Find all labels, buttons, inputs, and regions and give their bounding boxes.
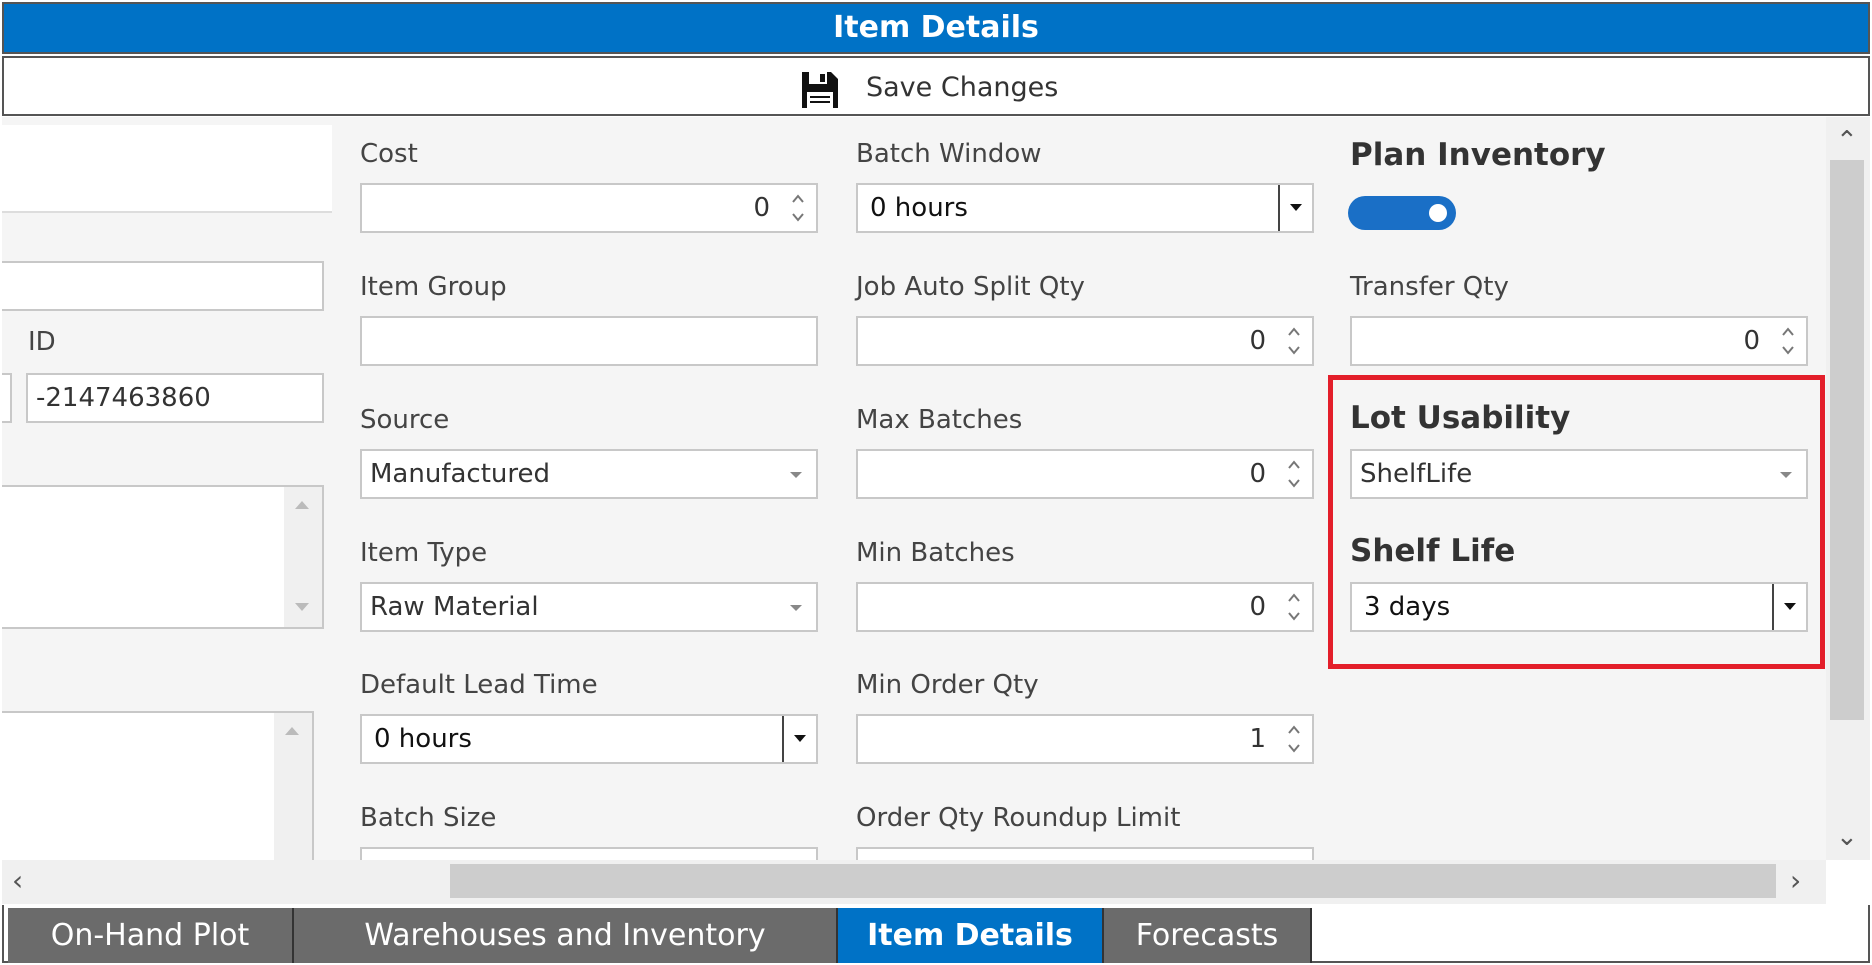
job-auto-split-qty-input[interactable]: 0 bbox=[856, 316, 1314, 366]
order-qty-roundup-limit-input[interactable] bbox=[856, 847, 1314, 860]
scroll-right-icon[interactable]: › bbox=[1790, 864, 1801, 897]
id-field[interactable]: -2147463860 bbox=[26, 373, 324, 423]
scroll-up-icon bbox=[285, 727, 299, 735]
left-panel-textarea-1[interactable] bbox=[2, 485, 324, 629]
cost-label: Cost bbox=[360, 139, 418, 169]
tab-warehouses-and-inventory[interactable]: Warehouses and Inventory bbox=[294, 908, 838, 963]
textarea-scrollbar[interactable] bbox=[284, 487, 322, 627]
tab-forecasts[interactable]: Forecasts bbox=[1104, 908, 1312, 963]
max-batches-input[interactable]: 0 bbox=[856, 449, 1314, 499]
job-auto-split-qty-label: Job Auto Split Qty bbox=[856, 272, 1085, 302]
left-panel-text-field[interactable] bbox=[2, 261, 324, 311]
item-type-label: Item Type bbox=[360, 538, 488, 568]
source-select[interactable]: Manufactured bbox=[360, 449, 818, 499]
left-panel-box bbox=[2, 125, 332, 213]
batch-size-input[interactable] bbox=[360, 847, 818, 860]
scroll-down-icon[interactable]: ⌄ bbox=[1836, 822, 1858, 852]
dropdown-arrow-icon[interactable] bbox=[782, 716, 816, 762]
scroll-up-icon[interactable]: ⌃ bbox=[1836, 126, 1858, 156]
textarea-scrollbar[interactable] bbox=[274, 713, 312, 860]
item-group-input[interactable] bbox=[360, 316, 818, 366]
transfer-qty-input[interactable]: 0 bbox=[1350, 316, 1808, 366]
min-batches-input[interactable]: 0 bbox=[856, 582, 1314, 632]
tab-on-hand-plot[interactable]: On-Hand Plot bbox=[8, 908, 294, 963]
floppy-disk-icon bbox=[802, 72, 838, 108]
scroll-down-icon bbox=[295, 603, 309, 611]
chevron-down-icon bbox=[790, 605, 802, 611]
item-type-select[interactable]: Raw Material bbox=[360, 582, 818, 632]
scroll-up-icon bbox=[295, 501, 309, 509]
horizontal-scrollbar-thumb[interactable] bbox=[450, 864, 1776, 898]
highlight-box bbox=[1328, 375, 1825, 669]
spin-arrows-icon[interactable] bbox=[1286, 590, 1302, 624]
plan-inventory-toggle[interactable] bbox=[1348, 196, 1456, 230]
cost-input[interactable]: 0 bbox=[360, 183, 818, 233]
scroll-left-icon[interactable]: ‹ bbox=[12, 864, 23, 897]
plan-inventory-label: Plan Inventory bbox=[1350, 137, 1606, 173]
dropdown-arrow-icon[interactable] bbox=[1278, 185, 1312, 231]
save-changes-label: Save Changes bbox=[866, 72, 1059, 103]
left-panel-textarea-2[interactable] bbox=[2, 711, 314, 860]
batch-window-label: Batch Window bbox=[856, 139, 1042, 169]
transfer-qty-label: Transfer Qty bbox=[1350, 272, 1509, 302]
chevron-down-icon bbox=[790, 472, 802, 478]
vertical-scrollbar-thumb[interactable] bbox=[1830, 160, 1864, 720]
spin-arrows-icon[interactable] bbox=[1286, 722, 1302, 756]
window-title: Item Details bbox=[2, 2, 1870, 54]
min-batches-label: Min Batches bbox=[856, 538, 1015, 568]
spin-arrows-icon[interactable] bbox=[790, 191, 806, 225]
spin-arrows-icon[interactable] bbox=[1780, 324, 1796, 358]
batch-size-label: Batch Size bbox=[360, 803, 497, 833]
item-group-label: Item Group bbox=[360, 272, 507, 302]
tab-item-details[interactable]: Item Details bbox=[838, 908, 1104, 963]
order-qty-roundup-limit-label: Order Qty Roundup Limit bbox=[856, 803, 1181, 833]
left-panel-cut-field[interactable] bbox=[2, 373, 12, 423]
min-order-qty-input[interactable]: 1 bbox=[856, 714, 1314, 764]
id-label: ID bbox=[28, 327, 56, 357]
default-lead-time-dropdown[interactable]: 0 hours bbox=[360, 714, 818, 764]
default-lead-time-label: Default Lead Time bbox=[360, 670, 598, 700]
min-order-qty-label: Min Order Qty bbox=[856, 670, 1039, 700]
save-changes-button[interactable]: Save Changes bbox=[2, 56, 1870, 116]
spin-arrows-icon[interactable] bbox=[1286, 457, 1302, 491]
max-batches-label: Max Batches bbox=[856, 405, 1023, 435]
batch-window-dropdown[interactable]: 0 hours bbox=[856, 183, 1314, 233]
spin-arrows-icon[interactable] bbox=[1286, 324, 1302, 358]
source-label: Source bbox=[360, 405, 450, 435]
